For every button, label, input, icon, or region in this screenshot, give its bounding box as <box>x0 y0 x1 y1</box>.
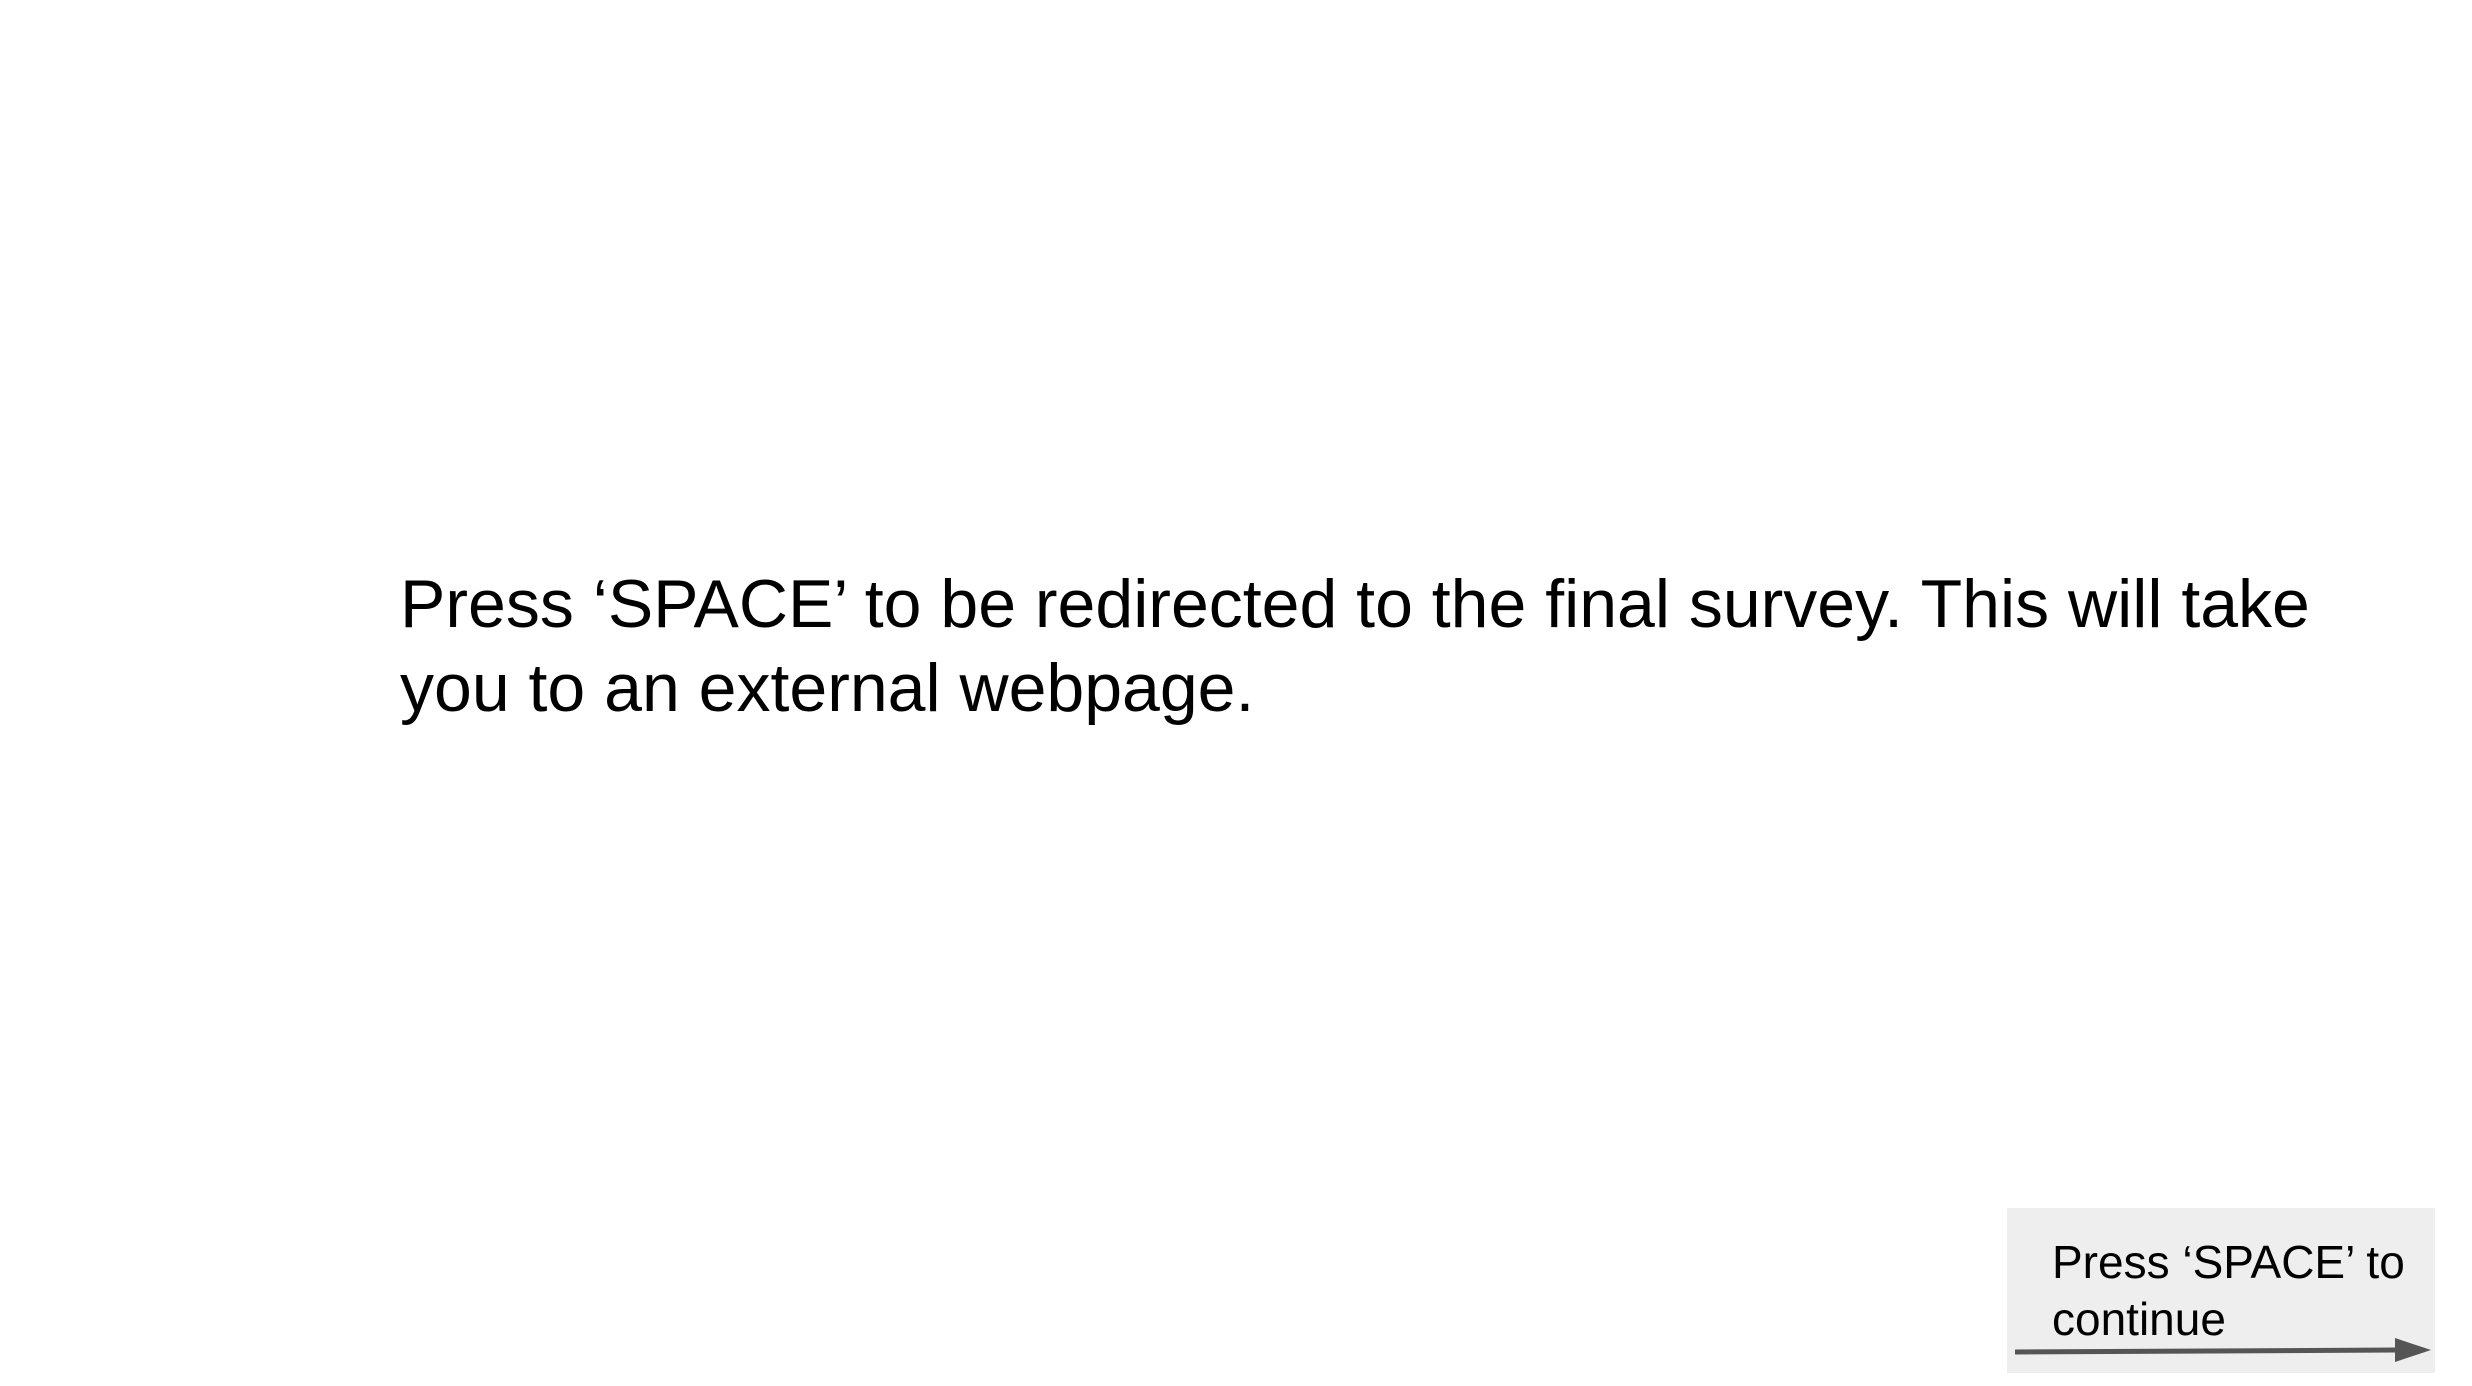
instruction-text: Press ‘SPACE’ to be redirected to the fi… <box>400 566 2310 726</box>
experiment-screen: Press ‘SPACE’ to be redirected to the fi… <box>0 0 2472 1386</box>
arrow-right-icon <box>2015 1338 2431 1362</box>
continue-label: Press ‘SPACE’ to continue <box>2052 1236 2405 1345</box>
continue-prompt[interactable]: Press ‘SPACE’ to continue <box>2007 1208 2435 1373</box>
